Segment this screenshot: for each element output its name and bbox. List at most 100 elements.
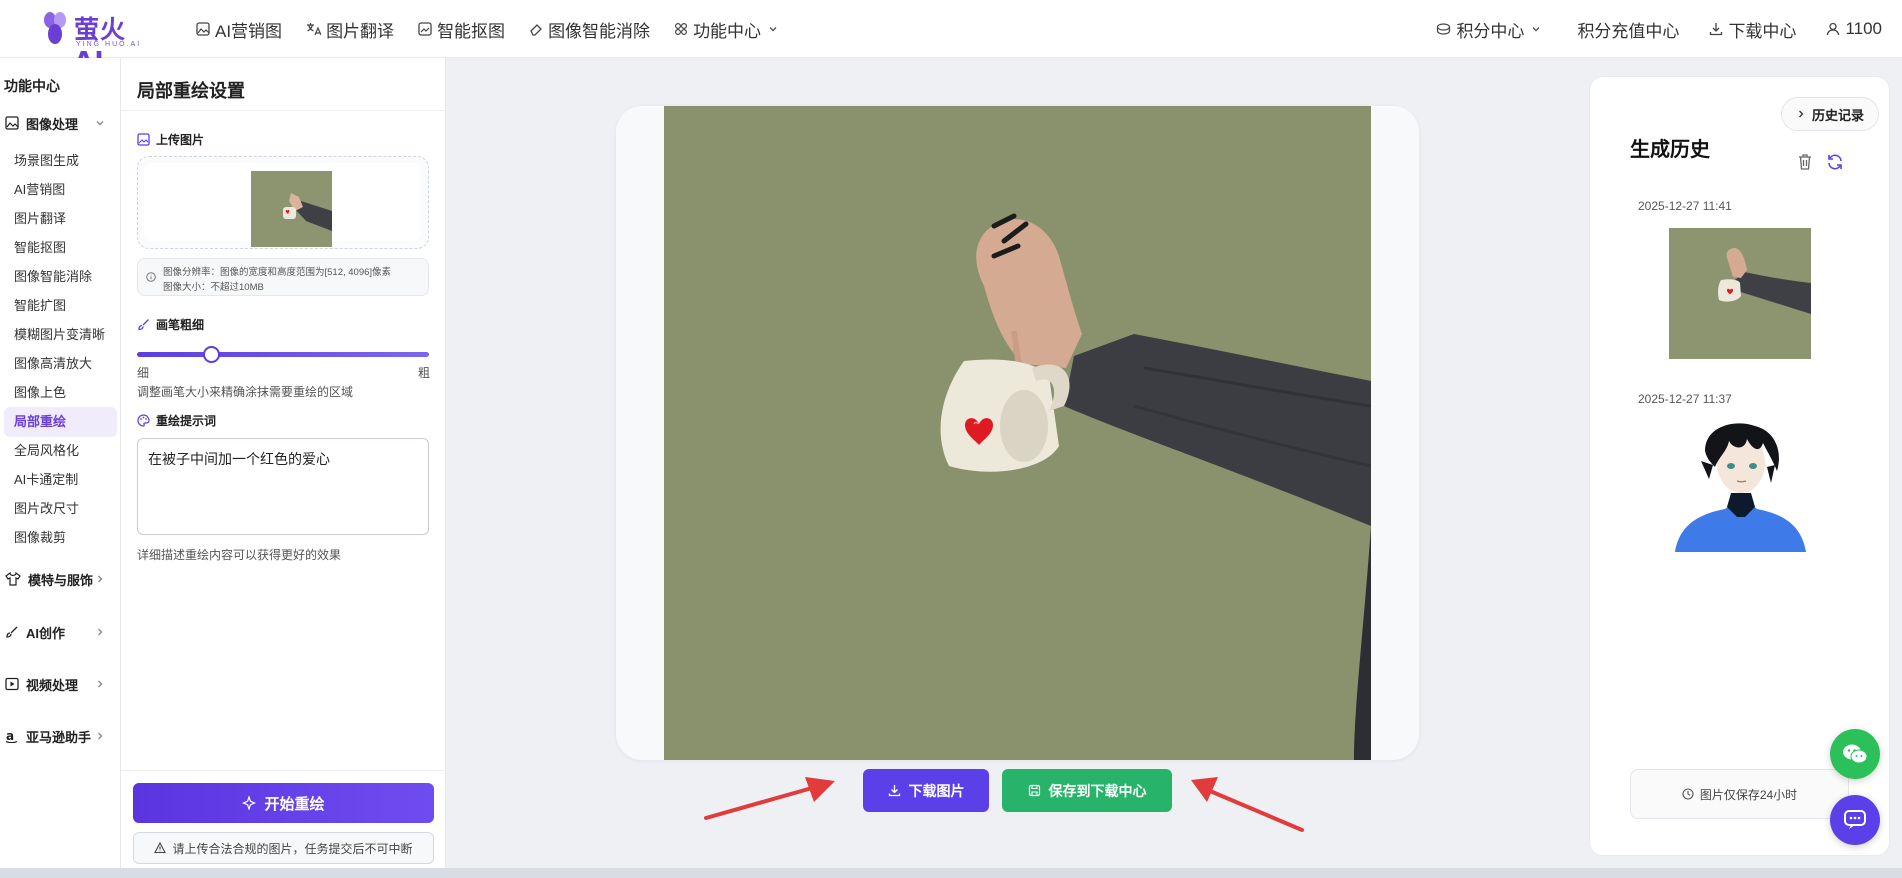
result-image (664, 106, 1371, 760)
history-button-label: 历史记录 (1811, 107, 1864, 123)
recharge-label: 积分充值中心 (1577, 21, 1680, 41)
panel-footer: 开始重绘 请上传合法合规的图片，任务提交后不可中断 (121, 770, 446, 878)
nav-label: 图像智能消除 (548, 21, 651, 41)
download-image-button[interactable]: 下载图片 (863, 769, 989, 812)
customer-service-button[interactable] (1830, 795, 1880, 845)
sidebar-item-upscale[interactable]: 图像高清放大 (4, 349, 117, 379)
refresh-icon[interactable] (1826, 153, 1844, 171)
nav-smart-cutout[interactable]: 智能抠图 (418, 17, 505, 42)
sidebar-item-scene[interactable]: 场景图生成 (4, 146, 117, 176)
sidebar-item-resize[interactable]: 图片改尺寸 (4, 494, 117, 524)
start-inpaint-button[interactable]: 开始重绘 (133, 783, 434, 823)
download-center-link[interactable]: 下载中心 (1709, 17, 1796, 42)
upload-section-label: 上传图片 (137, 131, 204, 148)
history-entry-image[interactable] (1675, 421, 1806, 552)
download-icon (888, 785, 900, 797)
trash-icon[interactable] (1797, 153, 1813, 171)
sidebar-group-ai-creation[interactable]: AI创作 (0, 617, 121, 647)
wechat-icon (1843, 744, 1868, 764)
retention-note: 图片仅保存24小时 (1630, 769, 1849, 819)
download-icon (1710, 23, 1723, 36)
user-menu[interactable]: 1100 (1826, 19, 1882, 39)
chevron-right-icon (98, 628, 103, 636)
chat-icon (1844, 810, 1866, 829)
brush-size-slider[interactable] (137, 346, 429, 363)
warning-text: 请上传合法合规的图片，任务提交后不可中断 (172, 841, 413, 856)
info-icon (146, 272, 156, 282)
nav-function-center[interactable]: 功能中心 (674, 17, 784, 42)
clock-icon (1682, 788, 1694, 800)
image-icon (137, 133, 150, 146)
sidebar-item-cartoon[interactable]: AI卡通定制 (4, 465, 117, 495)
chevron-right-icon (1799, 110, 1804, 118)
upload-label: 上传图片 (156, 133, 205, 147)
history-records-button[interactable]: 历史记录 (1781, 97, 1879, 131)
nav-ai-marketing[interactable]: AI营销图 (196, 17, 282, 42)
chevron-right-icon (98, 732, 103, 740)
upload-requirements: 图像分辨率：图像的宽度和高度范围为[512, 4096]像素 图像大小：不超过1… (137, 258, 429, 296)
brush-icon (6, 626, 18, 638)
left-annotation-arrow-icon (704, 777, 835, 820)
chevron-right-icon (98, 575, 103, 583)
chevron-right-icon (98, 680, 103, 688)
sidebar-group-label: 模特与服饰 (28, 572, 94, 588)
uploaded-image-thumbnail[interactable] (251, 171, 332, 247)
right-nav: 积分中心 积分充值中心 下载中心 1100 (1406, 0, 1882, 58)
firefly-logo-icon (44, 12, 66, 44)
save-to-download-center-button[interactable]: 保存到下载中心 (1002, 769, 1172, 812)
translate-icon (307, 23, 322, 36)
size-requirement: 图像大小：不超过10MB (163, 282, 264, 293)
panel-header: 局部重绘设置 (121, 58, 446, 111)
sidebar-item-expand[interactable]: 智能扩图 (4, 291, 117, 321)
history-entry-image[interactable] (1669, 228, 1811, 359)
slider-handle[interactable] (203, 346, 220, 363)
sidebar-item-inpaint[interactable]: 局部重绘 (4, 407, 117, 437)
history-title: 生成历史 (1630, 139, 1710, 161)
sidebar-group-video[interactable]: 视频处理 (0, 669, 121, 699)
grid-icon (675, 22, 688, 36)
sidebar-group-amazon[interactable]: a 亚马逊助手 (0, 721, 121, 751)
points-center-label: 积分中心 (1456, 21, 1525, 41)
sidebar-group-image-processing[interactable]: 图像处理 (0, 108, 121, 138)
compliance-warning: 请上传合法合规的图片，任务提交后不可中断 (133, 832, 434, 864)
sidebar-group-model-apparel[interactable]: 模特与服饰 (0, 564, 121, 594)
start-button-label: 开始重绘 (264, 795, 325, 813)
amazon-icon: a (5, 729, 18, 743)
sidebar-item-stylize[interactable]: 全局风格化 (4, 436, 117, 466)
upload-dropzone[interactable] (137, 156, 429, 249)
sidebar-item-crop[interactable]: 图像裁剪 (4, 523, 117, 553)
points-center[interactable]: 积分中心 (1436, 17, 1547, 42)
sidebar-item-deblur[interactable]: 模糊图片变清晰 (4, 320, 117, 350)
nav-smart-erase[interactable]: 图像智能消除 (529, 17, 650, 42)
right-annotation-arrow-icon (1191, 777, 1304, 832)
nav-label: 功能中心 (693, 21, 762, 41)
prompt-input[interactable]: 在被子中间加一个红色的爱心 (137, 438, 429, 535)
sidebar-item-ai-marketing[interactable]: AI营销图 (4, 175, 117, 205)
panel-title: 局部重绘设置 (137, 81, 245, 101)
sidebar-item-translate[interactable]: 图片翻译 (4, 204, 117, 234)
shirt-icon (5, 572, 21, 586)
svg-text:a: a (6, 729, 14, 743)
palette-icon (137, 414, 150, 427)
resolution-requirement: 图像分辨率：图像的宽度和高度范围为[512, 4096]像素 (163, 267, 392, 278)
brand-subtitle: YING HUO.AI (76, 41, 142, 48)
nav-image-translate[interactable]: 图片翻译 (306, 17, 394, 42)
sidebar-title: 功能中心 (4, 78, 60, 94)
recharge-center-link[interactable]: 积分充值中心 (1577, 17, 1679, 42)
chevron-down-icon (96, 121, 104, 126)
sidebar-item-colorize[interactable]: 图像上色 (4, 378, 117, 408)
eraser-icon (530, 24, 542, 36)
sidebar-group-label: 视频处理 (26, 677, 79, 693)
edited-image-canvas[interactable] (664, 106, 1371, 760)
brand-logo[interactable]: 萤火AI YING HUO.AI (40, 8, 150, 75)
coins-icon (1437, 23, 1451, 35)
sidebar-group-label: 亚马逊助手 (26, 729, 92, 745)
brush-label: 画笔粗细 (156, 318, 205, 332)
slider-track[interactable] (137, 352, 429, 357)
sidebar-item-cutout[interactable]: 智能抠图 (4, 233, 117, 263)
sparkle-icon (242, 796, 257, 810)
image-icon (196, 22, 210, 36)
user-points: 1100 (1845, 19, 1882, 38)
wechat-contact-button[interactable] (1830, 729, 1880, 779)
sidebar-item-erase[interactable]: 图像智能消除 (4, 262, 117, 292)
